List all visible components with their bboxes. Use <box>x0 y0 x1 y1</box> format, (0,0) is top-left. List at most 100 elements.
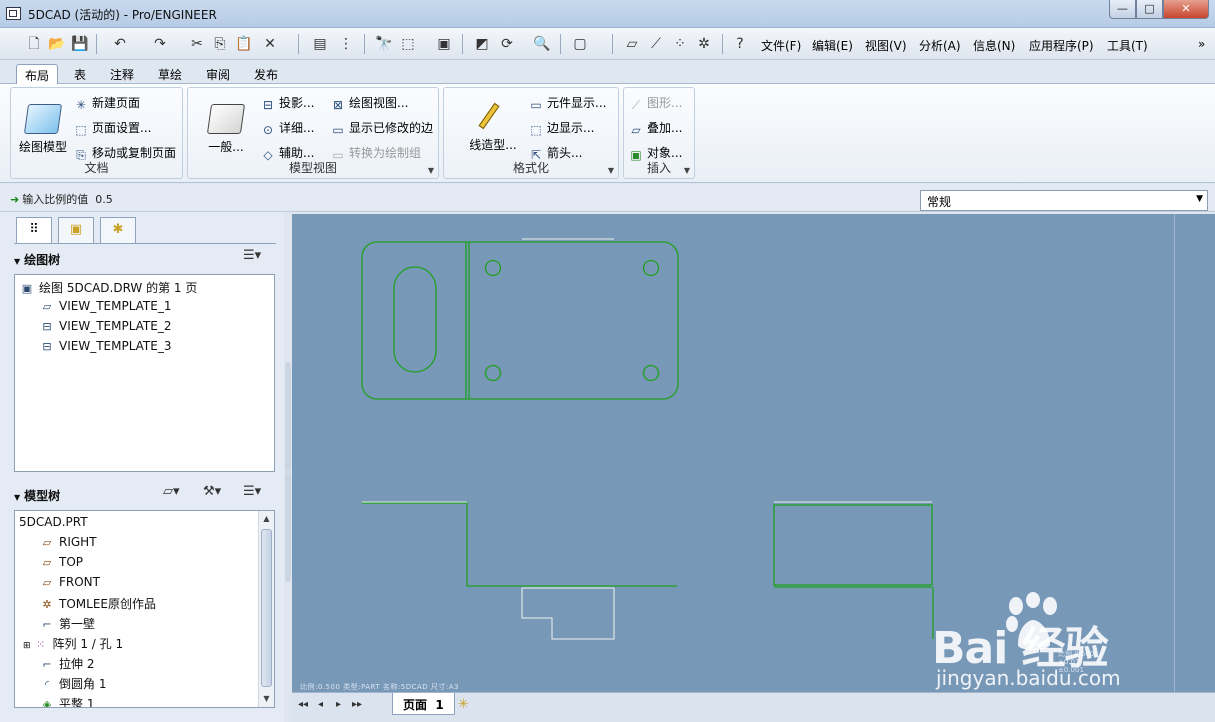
group-expand-icon[interactable]: ▼ <box>684 166 690 175</box>
drawing-view-side[interactable] <box>773 501 934 639</box>
menu-view[interactable]: 视图(V) <box>865 37 907 54</box>
coordinate-systems-icon[interactable]: ✲ <box>694 34 714 54</box>
model-tree-icon[interactable]: ⋮ <box>336 34 356 54</box>
model-tree-scrollbar[interactable]: ▲ ▼ <box>258 511 274 707</box>
display-style-icon[interactable]: ▢ <box>570 34 590 54</box>
tab-model-tree-navigator[interactable]: ⠿ <box>16 217 52 243</box>
scroll-down-icon[interactable]: ▼ <box>259 691 274 707</box>
scroll-up-icon[interactable]: ▲ <box>259 511 274 527</box>
graph-button[interactable]: ⟋ 图形... <box>628 94 683 112</box>
model-tree-show-icon[interactable]: ▱▾ <box>163 484 180 499</box>
drawing-tree-settings-icon[interactable]: ☰▾ <box>243 248 261 263</box>
tree-item-coordinate-system[interactable]: ✲ TOMLEE原创作品 <box>39 595 156 612</box>
save-icon[interactable]: 💾 <box>70 34 90 54</box>
menu-tools[interactable]: 工具(T) <box>1107 37 1148 54</box>
repaint-icon[interactable]: ◩ <box>472 34 492 54</box>
select-filter-icon[interactable]: ▣ <box>434 34 454 54</box>
tree-item-right[interactable]: ▱ RIGHT <box>39 535 97 549</box>
tab-publish[interactable]: 发布 <box>246 64 286 84</box>
menu-overflow[interactable]: » <box>1198 37 1205 51</box>
layers-icon[interactable]: ▤ <box>310 34 330 54</box>
datum-points-icon[interactable]: ⁘ <box>670 34 690 54</box>
minimize-button[interactable]: — <box>1109 0 1136 19</box>
delete-icon[interactable]: ✕ <box>260 34 280 54</box>
datum-planes-icon[interactable]: ▱ <box>622 34 642 54</box>
tree-item-view-template-3[interactable]: ⊟ VIEW_TEMPLATE_3 <box>39 339 171 353</box>
find-icon[interactable]: 🔭 <box>374 34 394 54</box>
tab-table[interactable]: 表 <box>66 64 94 84</box>
favorites-icon: ✱ <box>112 222 124 237</box>
detail-view-button[interactable]: ⊙ 详细... <box>260 119 314 137</box>
context-help-icon[interactable]: ? <box>730 34 750 54</box>
general-view-button[interactable]: 一般... <box>196 104 256 155</box>
reorient-icon[interactable]: ⟳ <box>497 34 517 54</box>
tab-folder-browser[interactable]: ▣ <box>58 217 94 243</box>
new-page-icon[interactable]: ✳ <box>458 697 469 712</box>
projection-view-button[interactable]: ⊟ 投影... <box>260 94 314 112</box>
copy-icon[interactable]: ⎘ <box>210 34 230 54</box>
selection-box-icon[interactable]: ⬚ <box>398 34 418 54</box>
drawing-tree-header[interactable]: ▼ 绘图树 <box>14 251 60 268</box>
page-setup-button[interactable]: ⬚ 页面设置... <box>73 119 151 137</box>
app-icon[interactable] <box>6 7 21 20</box>
drawing-tree-root[interactable]: ▣ 绘图 5DCAD.DRW 的第 1 页 <box>19 279 198 296</box>
tree-item-front[interactable]: ▱ FRONT <box>39 575 100 589</box>
edge-display-button[interactable]: ⬚ 边显示... <box>528 119 594 137</box>
maximize-button[interactable]: □ <box>1136 0 1163 19</box>
menu-applications[interactable]: 应用程序(P) <box>1029 37 1094 54</box>
tab-layout[interactable]: 布局 <box>16 64 59 84</box>
show-modified-edges-button[interactable]: ▭ 显示已修改的边 <box>330 119 433 137</box>
first-page-icon[interactable]: ◂◂ <box>298 699 308 710</box>
prev-page-icon[interactable]: ◂ <box>318 699 323 710</box>
line-style-button[interactable]: 线造型... <box>458 102 528 153</box>
undo-icon[interactable]: ↶ <box>110 34 130 54</box>
tree-item-flat-wall[interactable]: ◈ 平整 1 <box>39 695 95 707</box>
model-tree-settings-icon[interactable]: ☰▾ <box>243 484 261 499</box>
tree-item-round[interactable]: ◜ 倒圆角 1 <box>39 675 107 692</box>
tree-item-view-template-1[interactable]: ▱ VIEW_TEMPLATE_1 <box>39 299 172 313</box>
open-folder-icon[interactable]: 📂 <box>47 34 67 54</box>
redo-icon[interactable]: ↷ <box>150 34 170 54</box>
selection-filter-dropdown[interactable]: 常规 ▼ <box>920 190 1208 211</box>
tab-review[interactable]: 审阅 <box>198 64 238 84</box>
panel-splitter[interactable] <box>284 212 292 722</box>
paste-icon[interactable]: 📋 <box>234 34 254 54</box>
model-tree-header[interactable]: ▼ 模型树 <box>14 487 60 504</box>
overlay-button[interactable]: ▱ 叠加... <box>628 119 682 137</box>
tree-item-extrude[interactable]: ⌐ 拉伸 2 <box>39 655 94 672</box>
datum-axes-icon[interactable]: ⟋ <box>646 34 666 54</box>
scrollbar-thumb[interactable] <box>261 529 272 687</box>
component-display-button[interactable]: ▭ 元件显示... <box>528 94 606 112</box>
group-expand-icon[interactable]: ▼ <box>608 166 614 175</box>
model-tree-root[interactable]: 5DCAD.PRT <box>19 515 88 529</box>
status-value[interactable]: 0.5 <box>95 193 113 206</box>
menu-edit[interactable]: 编辑(E) <box>812 37 853 54</box>
next-page-icon[interactable]: ▸ <box>336 699 341 710</box>
splitter-grip[interactable] <box>285 362 291 472</box>
tree-item-first-wall[interactable]: ⌐ 第一壁 <box>39 615 95 632</box>
drawing-view-button[interactable]: ⊠ 绘图视图... <box>330 94 408 112</box>
new-page-button[interactable]: ✳ 新建页面 <box>73 94 140 112</box>
splitter-grip[interactable] <box>285 472 291 582</box>
drawing-view-top[interactable] <box>361 238 679 400</box>
close-button[interactable]: ✕ <box>1163 0 1209 19</box>
tab-favorites[interactable]: ✱ <box>100 217 136 243</box>
group-expand-icon[interactable]: ▼ <box>428 166 434 175</box>
last-page-icon[interactable]: ▸▸ <box>352 699 362 710</box>
tree-item-top[interactable]: ▱ TOP <box>39 555 83 569</box>
model-tree-tools-icon[interactable]: ⚒▾ <box>203 484 221 499</box>
page-tab[interactable]: 页面 1 <box>392 693 455 715</box>
new-file-icon[interactable]: 🗋 <box>24 34 44 54</box>
tree-item-view-template-2[interactable]: ⊟ VIEW_TEMPLATE_2 <box>39 319 171 333</box>
tab-sketch[interactable]: 草绘 <box>150 64 190 84</box>
zoom-icon[interactable]: 🔍 <box>532 34 552 54</box>
menu-analysis[interactable]: 分析(A) <box>919 37 961 54</box>
menu-info[interactable]: 信息(N) <box>973 37 1015 54</box>
menu-file[interactable]: 文件(F) <box>761 37 801 54</box>
cut-icon[interactable]: ✂ <box>187 34 207 54</box>
drawing-model-button[interactable]: 绘图模型 <box>15 104 71 155</box>
tab-annotate[interactable]: 注释 <box>102 64 142 84</box>
datum-plane-icon: ▱ <box>42 576 52 589</box>
tree-item-pattern[interactable]: ⊞ ⁙ 阵列 1 / 孔 1 <box>23 635 123 652</box>
drawing-view-front[interactable] <box>362 501 677 640</box>
